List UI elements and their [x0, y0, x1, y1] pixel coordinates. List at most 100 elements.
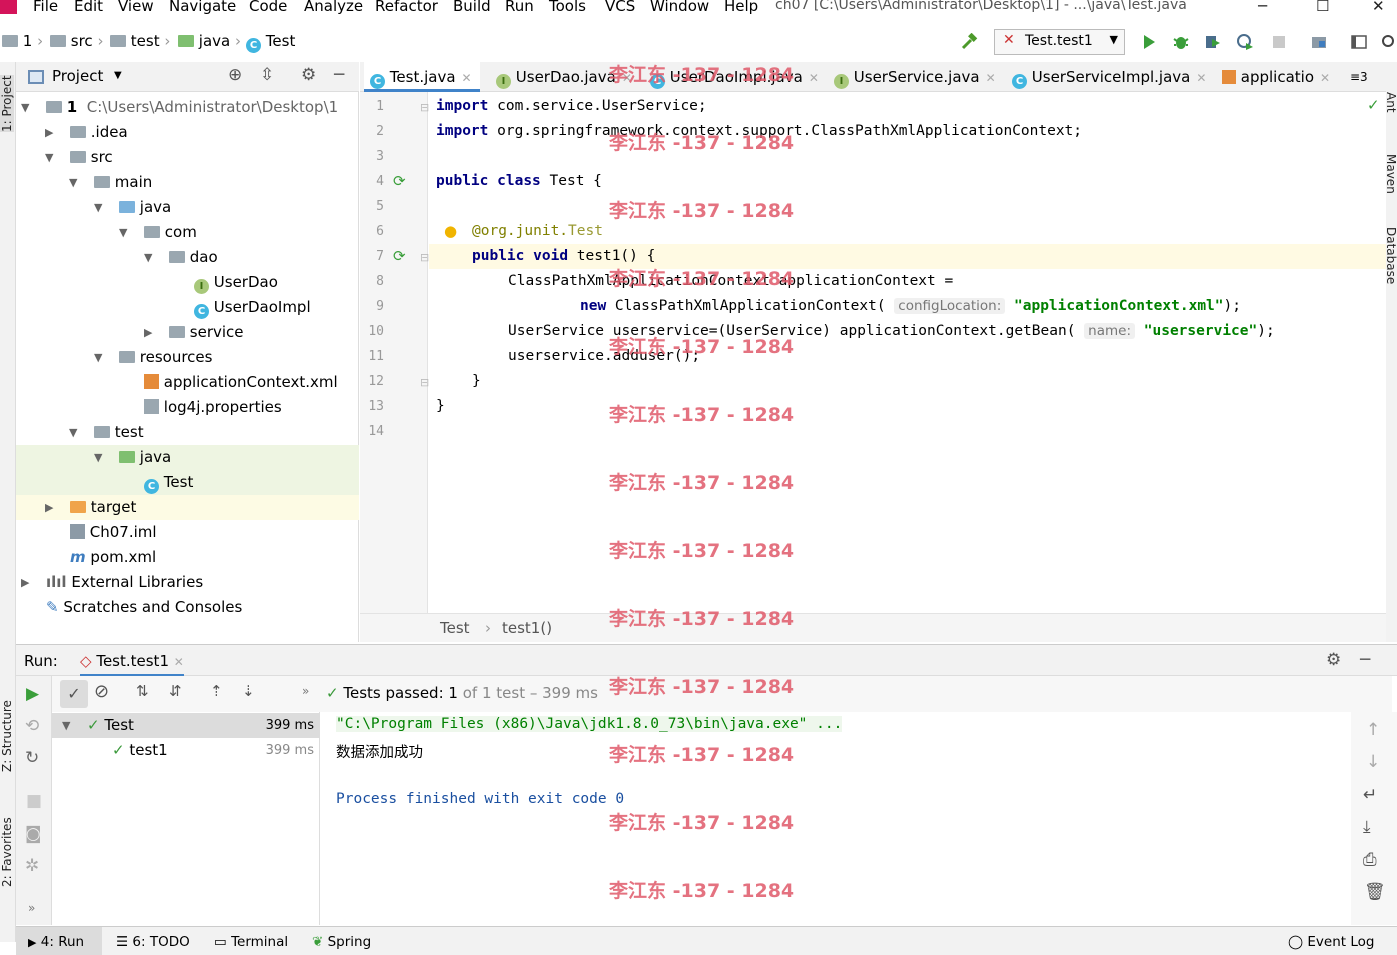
fold-icon[interactable]: ⊟ [420, 376, 429, 389]
trash-icon[interactable]: 🗑 [1364, 882, 1386, 902]
menu-view[interactable]: View [118, 0, 154, 15]
close-tab-icon[interactable]: ✕ [462, 71, 472, 85]
tree-item-scratches[interactable]: ✎ Scratches and Consoles [16, 595, 359, 620]
test-row-test1[interactable]: ✓ test1 399 ms [52, 738, 320, 763]
menu-run[interactable]: Run [505, 0, 534, 15]
tree-item-userdao[interactable]: I UserDao [16, 270, 359, 295]
tree-item-src[interactable]: ▼ src [16, 145, 359, 170]
tree-item-main-java[interactable]: ▼ java [16, 195, 359, 220]
collapse-all-icon[interactable]: ⇣ [242, 682, 255, 700]
tree-item-log4j[interactable]: log4j.properties [16, 395, 359, 420]
tree-item-idea[interactable]: ▶ .idea [16, 120, 359, 145]
event-log-button[interactable]: ◯ Event Log [1288, 934, 1374, 950]
code-breadcrumb-method[interactable]: test1() [502, 619, 552, 637]
tab-overflow-menu[interactable]: ≡3 [1344, 62, 1384, 92]
test-row-test[interactable]: ▼ ✓ Test 399 ms [52, 713, 320, 738]
run-configuration-select[interactable]: ✕ Test.test1 ▼ [994, 29, 1125, 55]
favorites-tool-button[interactable]: 2: Favorites [0, 817, 14, 887]
run-tool-window-button[interactable]: ▶ 4: Run [16, 927, 102, 955]
hide-panel-icon[interactable]: ─ [334, 65, 344, 85]
tree-item-applicationcontext[interactable]: applicationContext.xml [16, 370, 359, 395]
tree-item-service[interactable]: ▶ service [16, 320, 359, 345]
hide-panel-icon[interactable]: ─ [1360, 650, 1370, 670]
terminal-tool-window-button[interactable]: ▭ Terminal [214, 934, 288, 950]
show-passed-icon[interactable]: ✓ [60, 680, 88, 708]
fold-icon[interactable]: ⊟ [420, 251, 429, 264]
project-view-title[interactable]: Project [52, 67, 103, 85]
close-tab-icon[interactable]: ✕ [1320, 71, 1330, 85]
console-output[interactable]: "C:\Program Files (x86)\Java\jdk1.8.0_73… [321, 712, 1351, 925]
project-tool-button[interactable]: 1: Project [0, 75, 14, 132]
rerun-icon[interactable]: ▶ [26, 684, 39, 704]
sort-alphabetically-icon[interactable]: ⇅ [136, 682, 149, 700]
layout-icon[interactable] [1350, 33, 1368, 51]
gear-icon[interactable]: ⚙ [301, 65, 316, 85]
tree-item-iml[interactable]: Ch07.iml [16, 520, 359, 545]
menu-refactor[interactable]: Refactor [375, 0, 438, 15]
stop-icon[interactable] [1270, 33, 1288, 51]
expand-all-icon[interactable]: ⇡ [210, 682, 223, 700]
code-editor[interactable]: import com.service.UserService; import o… [429, 92, 1386, 613]
toggle-auto-test-icon[interactable]: ↻ [25, 748, 39, 768]
arrow-down-icon[interactable]: ↓ [1366, 752, 1380, 772]
close-window-icon[interactable]: ✕ [1372, 0, 1385, 15]
rerun-failed-icon[interactable]: ⟲ [25, 716, 39, 736]
inspection-ok-icon[interactable]: ✓ [1367, 96, 1380, 114]
structure-tool-button[interactable]: Z: Structure [0, 700, 14, 772]
lightbulb-icon[interactable]: ● [444, 222, 457, 240]
spring-tool-window-button[interactable]: ❦ Spring [312, 934, 371, 950]
tree-item-test[interactable]: ▼ test [16, 420, 359, 445]
tree-item-com[interactable]: ▼ com [16, 220, 359, 245]
breadcrumb-java[interactable]: java › [178, 32, 241, 50]
locate-target-icon[interactable]: ⊕ [228, 65, 242, 85]
profile-icon[interactable] [1236, 33, 1254, 51]
menu-build[interactable]: Build [453, 0, 491, 15]
run-gutter-icon[interactable]: ⟳ [393, 172, 406, 190]
sort-by-duration-icon[interactable]: ⇵ [169, 682, 182, 700]
gear-icon[interactable]: ⚙ [1326, 650, 1341, 670]
pin-tab-icon[interactable]: ✲ [25, 856, 39, 876]
show-ignored-icon[interactable]: ⊘ [94, 681, 109, 702]
tree-item-resources[interactable]: ▼ resources [16, 345, 359, 370]
run-tab-test1[interactable]: ◇ Test.test1 ✕ [80, 652, 184, 677]
print-icon[interactable]: ⎙ [1363, 850, 1377, 870]
close-tab-icon[interactable]: ✕ [1196, 71, 1206, 85]
search-icon[interactable] [1380, 33, 1397, 51]
tree-item-external-libraries[interactable]: ▶ ılıl External Libraries [16, 570, 359, 595]
tree-item-test-java[interactable]: ▼ java [16, 445, 359, 470]
close-tab-icon[interactable]: ✕ [174, 655, 184, 669]
scroll-to-end-icon[interactable]: ⤓ [1363, 817, 1371, 837]
tab-test-java[interactable]: C Test.java ✕ [364, 62, 480, 92]
menu-vcs[interactable]: VCS [605, 0, 635, 15]
collapse-all-icon[interactable]: ⇳ [260, 65, 274, 85]
maximize-icon[interactable]: ☐ [1316, 0, 1329, 15]
tree-item-target[interactable]: ▶ target [16, 495, 359, 520]
arrow-up-icon[interactable]: ↑ [1366, 720, 1380, 740]
tab-userdao-java[interactable]: I UserDao.java ✕ [490, 62, 632, 92]
todo-tool-window-button[interactable]: ☰ 6: TODO [116, 934, 190, 950]
breadcrumb-test[interactable]: test › [110, 32, 170, 50]
more-actions-icon[interactable]: » [28, 901, 35, 915]
breadcrumb-project[interactable]: 1 › [2, 32, 43, 50]
tree-item-main[interactable]: ▼ main [16, 170, 359, 195]
menu-tools[interactable]: Tools [549, 0, 586, 15]
menu-analyze[interactable]: Analyze [304, 0, 363, 15]
tree-item-dao[interactable]: ▼ dao [16, 245, 359, 270]
stop-icon[interactable]: ■ [26, 791, 42, 811]
menu-window[interactable]: Window [650, 0, 709, 15]
close-tab-icon[interactable]: ✕ [809, 71, 819, 85]
menu-code[interactable]: Code [249, 0, 287, 15]
project-structure-icon[interactable] [1310, 33, 1328, 51]
menu-file[interactable]: File [33, 0, 58, 15]
menu-help[interactable]: Help [724, 0, 758, 15]
fold-icon[interactable]: ⊟ [420, 101, 429, 114]
menu-edit[interactable]: Edit [74, 0, 103, 15]
tab-applicationcontext-xml[interactable]: applicatio ✕ [1216, 62, 1344, 92]
run-icon[interactable] [1140, 33, 1158, 51]
debug-icon[interactable] [1172, 33, 1190, 51]
code-breadcrumb-class[interactable]: Test [440, 619, 470, 637]
tab-userserviceimpl-java[interactable]: C UserServiceImpl.java ✕ [1006, 62, 1206, 92]
build-hammer-icon[interactable] [960, 33, 978, 51]
tree-item-test-class[interactable]: C Test [16, 470, 359, 495]
run-gutter-icon[interactable]: ⟳ [393, 247, 406, 265]
